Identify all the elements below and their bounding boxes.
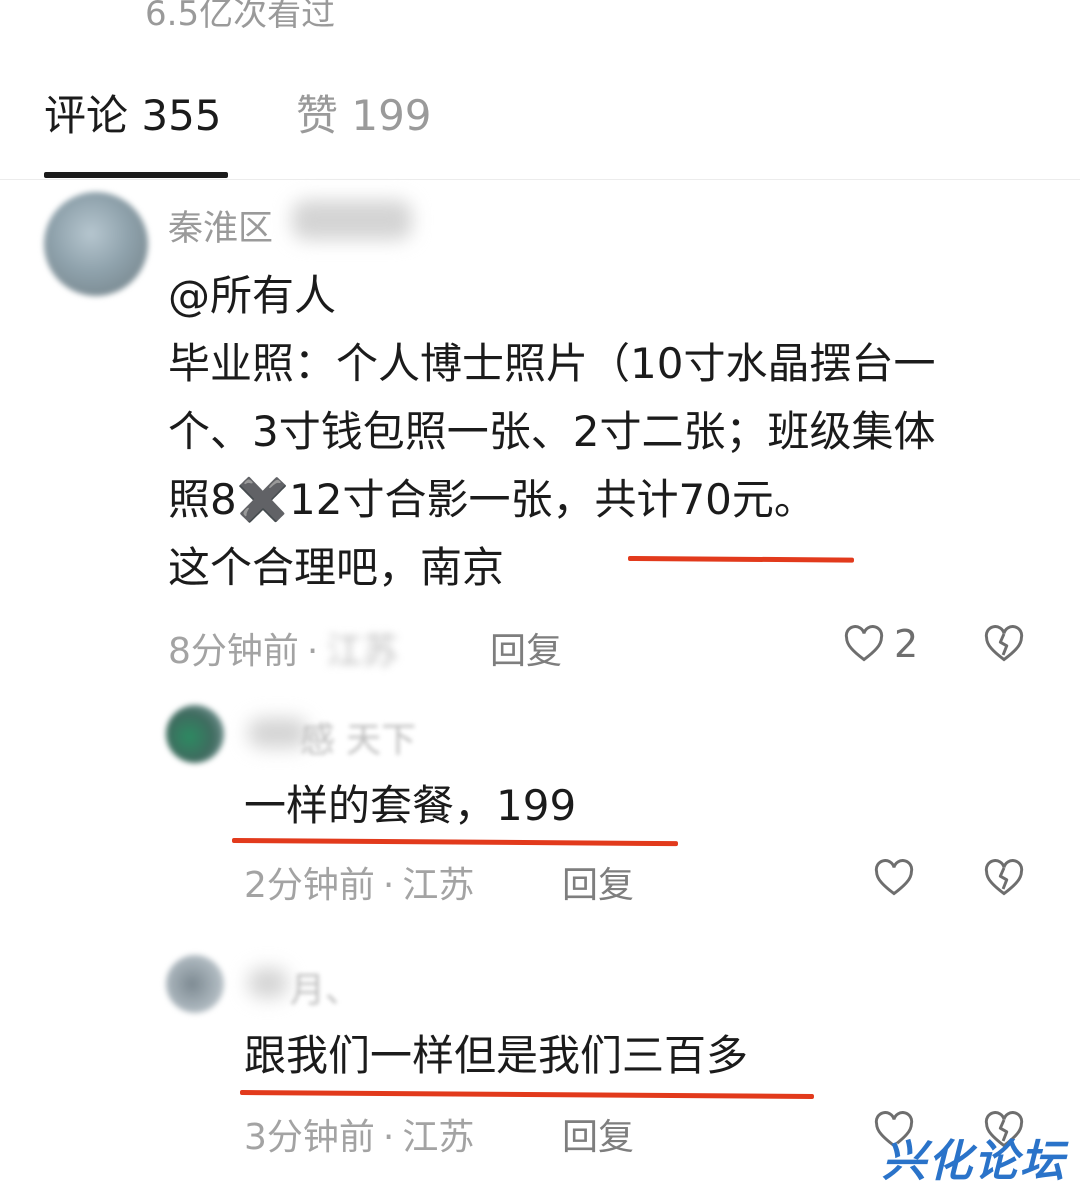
avatar[interactable] [166, 705, 224, 763]
dislike-button[interactable] [982, 856, 1026, 904]
reply-author-name[interactable]: 月、 [290, 962, 360, 1013]
like-button[interactable] [872, 856, 916, 904]
reply-time: 2分钟前 [244, 865, 375, 906]
forum-watermark: 兴化论坛 [882, 1136, 1066, 1187]
tab-divider [0, 179, 1080, 180]
reply-body: 一样的套餐，199 [244, 781, 577, 830]
active-tab-indicator [44, 172, 228, 178]
separator-dot: · [306, 631, 319, 672]
reply-meta: 2分钟前 · 江苏 [244, 856, 474, 908]
broken-heart-icon [984, 859, 1024, 896]
comment-meta: 8分钟前 · 江苏 [168, 622, 398, 674]
comment-body: @所有人 毕业照：个人博士照片（10寸水晶摆台一 个、3寸钱包照一张、2寸二张；… [168, 271, 936, 592]
separator-dot: · [382, 865, 395, 906]
reply-meta: 3分钟前 · 江苏 [244, 1108, 474, 1160]
views-count: 6.5亿次看过 [145, 0, 336, 34]
broken-heart-icon [984, 625, 1024, 662]
blurred-name [248, 968, 288, 998]
tab-comments[interactable]: 评论 355 [44, 82, 222, 143]
reply-button[interactable]: 回复 [490, 622, 562, 674]
reply-location: 江苏 [402, 865, 475, 906]
reply-author-name[interactable]: 感 天下 [300, 712, 416, 763]
tab-likes[interactable]: 赞 199 [296, 82, 432, 143]
separator-dot: · [382, 1117, 395, 1158]
comment-time: 8分钟前 [168, 631, 299, 672]
commenter-name[interactable]: 秦淮区 [168, 200, 273, 251]
heart-outline-icon [874, 859, 914, 896]
heart-outline-icon [844, 625, 884, 662]
reply-body: 跟我们一样但是我们三百多 [244, 1031, 749, 1080]
reply-location: 江苏 [402, 1117, 475, 1158]
like-count: 2 [894, 622, 919, 666]
avatar[interactable] [166, 955, 224, 1013]
reply-button[interactable]: 回复 [562, 1108, 634, 1160]
comment-location: 江苏 [326, 631, 399, 672]
highlight-underline [239, 1090, 815, 1100]
reply-time: 3分钟前 [244, 1117, 375, 1158]
reply-button[interactable]: 回复 [562, 856, 634, 908]
dislike-button[interactable] [982, 622, 1026, 670]
avatar[interactable] [44, 192, 148, 296]
highlight-underline [231, 838, 679, 847]
like-button[interactable]: 2 [842, 622, 918, 666]
blurred-name [248, 718, 308, 748]
blurred-name [292, 200, 412, 240]
